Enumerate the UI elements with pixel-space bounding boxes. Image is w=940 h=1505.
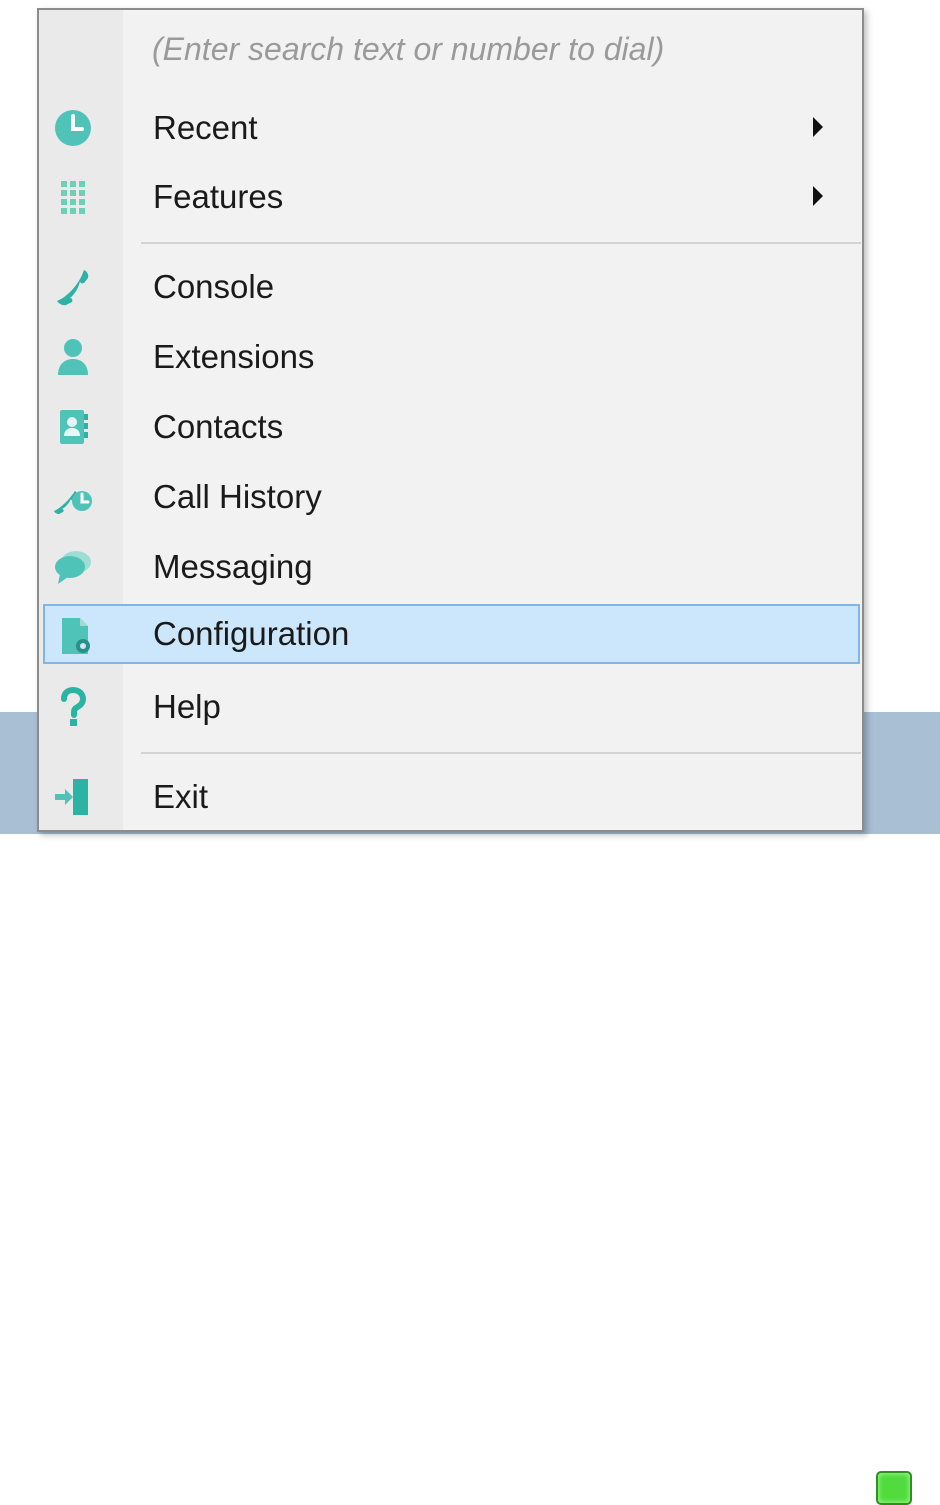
menu-item-label: Messaging: [153, 548, 313, 585]
menu-item-label: Exit: [153, 778, 209, 815]
phone-clock-icon: [54, 491, 92, 514]
menu-item-extensions[interactable]: Extensions: [43, 327, 860, 387]
menu-item-help[interactable]: Help: [43, 677, 860, 737]
menu-item-exit[interactable]: Exit: [43, 767, 860, 827]
document-gear-icon: [62, 618, 90, 654]
menu-separator: [141, 752, 861, 754]
menu-item-call-history[interactable]: Call History: [43, 467, 860, 527]
menu-item-contacts[interactable]: Contacts: [43, 397, 860, 457]
chat-bubble-icon: [55, 551, 91, 584]
menu-item-label: Console: [153, 268, 275, 305]
menu-item-label: Extensions: [153, 338, 315, 375]
context-menu: Recent Features Console Extensions: [37, 8, 864, 832]
submenu-arrow-icon: [813, 186, 823, 206]
menu-item-label: Recent: [153, 109, 258, 146]
keypad-grid-icon: [61, 181, 85, 214]
clock-icon: [55, 110, 91, 146]
menu-item-label: Call History: [153, 478, 322, 515]
person-icon: [58, 339, 88, 375]
menu-item-recent[interactable]: Recent: [43, 98, 860, 158]
menu-item-label: Configuration: [153, 615, 350, 652]
submenu-arrow-icon: [813, 117, 823, 137]
phone-handset-icon: [57, 270, 89, 306]
search-row: [39, 10, 862, 90]
menu-item-label: Contacts: [153, 408, 284, 445]
menu-separator: [141, 242, 861, 244]
menu-item-console[interactable]: Console: [43, 257, 860, 317]
menu-item-configuration[interactable]: Configuration: [43, 604, 860, 664]
menu-item-messaging[interactable]: Messaging: [43, 537, 860, 597]
menu-item-label: Features: [153, 178, 284, 215]
question-mark-icon: [61, 687, 87, 726]
menu-item-features[interactable]: Features: [43, 167, 860, 227]
tray-status-indicator[interactable]: [876, 1471, 912, 1505]
address-book-icon: [60, 410, 88, 444]
search-input[interactable]: [152, 28, 842, 70]
exit-door-icon: [55, 779, 88, 815]
menu-item-label: Help: [153, 688, 221, 725]
